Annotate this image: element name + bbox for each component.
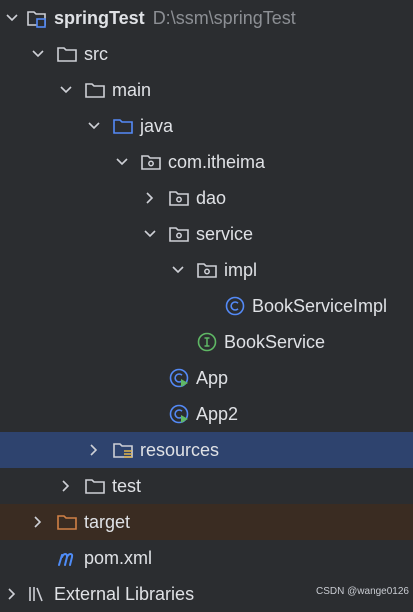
tree-node-label: External Libraries (54, 583, 195, 604)
chevron-down-icon[interactable] (58, 82, 74, 98)
chevron-right-icon[interactable] (4, 586, 20, 602)
folder-icon (57, 47, 77, 62)
chevron-right-icon[interactable] (30, 514, 46, 530)
chevron-down-icon[interactable] (142, 226, 158, 242)
package-icon (141, 155, 161, 170)
tree-node-main[interactable]: main (0, 72, 413, 108)
tree-node-app2[interactable]: App2 (0, 396, 413, 432)
tree-node-label: com.itheima (168, 151, 266, 172)
tree-node-label: service (196, 223, 254, 244)
tree-node-book-service[interactable]: BookService (0, 324, 413, 360)
package-icon (197, 263, 217, 278)
tree-node-label: BookService (224, 331, 326, 352)
resources-folder-icon (113, 443, 133, 458)
excluded-folder-icon (57, 515, 77, 530)
runnable-class-icon (169, 368, 189, 388)
chevron-down-icon[interactable] (4, 10, 20, 26)
tree-node-impl[interactable]: impl (0, 252, 413, 288)
chevron-right-icon[interactable] (58, 478, 74, 494)
tree-node-project-root[interactable]: springTest D:\ssm\springTest (0, 0, 413, 36)
tree-node-label: App (196, 367, 229, 388)
watermark: CSDN @wange0126 (316, 586, 409, 597)
project-path: D:\ssm\springTest (152, 7, 296, 28)
tree-node-label: src (84, 43, 108, 64)
runnable-class-icon (169, 404, 189, 424)
interface-icon (197, 332, 217, 352)
tree-node-test[interactable]: test (0, 468, 413, 504)
chevron-right-icon[interactable] (142, 190, 158, 206)
tree-node-app[interactable]: App (0, 360, 413, 396)
chevron-right-icon[interactable] (86, 442, 102, 458)
tree-node-label: test (112, 475, 142, 496)
tree-node-src[interactable]: src (0, 36, 413, 72)
project-tree: springTest D:\ssm\springTest src main ja… (0, 0, 413, 612)
folder-icon (85, 479, 105, 494)
tree-node-label: BookServiceImpl (252, 295, 388, 316)
chevron-down-icon[interactable] (170, 262, 186, 278)
chevron-down-icon[interactable] (30, 46, 46, 62)
tree-node-label: resources (140, 439, 220, 460)
tree-node-resources[interactable]: resources (0, 432, 413, 468)
tree-node-label: java (140, 115, 174, 136)
tree-node-service[interactable]: service (0, 216, 413, 252)
project-folder-icon (27, 11, 46, 28)
package-icon (169, 227, 189, 242)
tree-node-pom[interactable]: pom.xml (0, 540, 413, 576)
tree-node-dao[interactable]: dao (0, 180, 413, 216)
tree-node-label: dao (196, 187, 227, 208)
tree-node-target[interactable]: target (0, 504, 413, 540)
folder-icon (85, 83, 105, 98)
package-icon (169, 191, 189, 206)
project-name: springTest (54, 7, 145, 28)
tree-node-package[interactable]: com.itheima (0, 144, 413, 180)
library-icon (29, 587, 43, 602)
tree-node-java[interactable]: java (0, 108, 413, 144)
tree-node-label: impl (224, 259, 258, 280)
maven-icon (58, 553, 74, 566)
chevron-down-icon[interactable] (86, 118, 102, 134)
tree-node-label: target (84, 511, 131, 532)
tree-node-book-service-impl[interactable]: BookServiceImpl (0, 288, 413, 324)
tree-node-label: App2 (196, 403, 239, 424)
chevron-down-icon[interactable] (114, 154, 130, 170)
source-folder-icon (113, 119, 133, 134)
tree-node-label: pom.xml (84, 547, 153, 568)
class-icon (225, 296, 245, 316)
tree-node-label: main (112, 79, 152, 100)
